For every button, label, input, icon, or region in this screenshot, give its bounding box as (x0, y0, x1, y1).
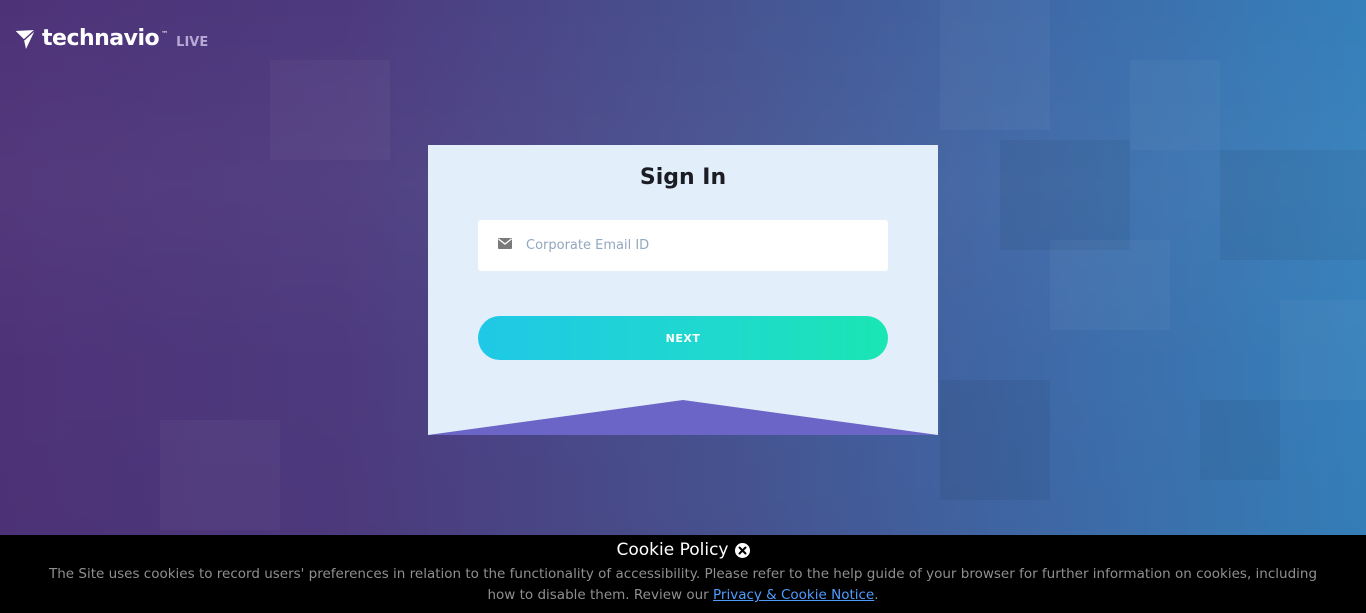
privacy-cookie-notice-link[interactable]: Privacy & Cookie Notice (713, 587, 874, 603)
brand-name: technavio (42, 26, 160, 51)
background-tile (1200, 400, 1280, 480)
next-button[interactable]: NEXT (478, 316, 888, 360)
background-tile (1280, 300, 1366, 400)
cookie-message: The Site uses cookies to record users' p… (40, 564, 1326, 606)
cookie-banner: Cookie Policy The Site uses cookies to r… (0, 535, 1366, 613)
cookie-title-text: Cookie Policy (616, 540, 729, 560)
envelope-icon (498, 238, 512, 249)
signin-title: Sign In (639, 165, 727, 190)
background-tile (160, 420, 280, 530)
card-ribbon (428, 400, 938, 435)
cookie-message-text: The Site uses cookies to record users' p… (48, 566, 1318, 603)
background-tile (1220, 150, 1366, 260)
close-circle-icon[interactable] (734, 542, 750, 558)
paper-plane-icon (14, 29, 36, 49)
background-tile (1130, 60, 1220, 150)
signin-card: Sign In NEXT (428, 145, 938, 435)
email-input[interactable] (526, 220, 876, 271)
cookie-title: Cookie Policy (0, 540, 1366, 560)
background-tile (940, 380, 1050, 500)
cookie-message-end: . (874, 587, 879, 603)
background-tile (1000, 140, 1130, 250)
technavio-logo[interactable]: technavio ™ LIVE (14, 27, 208, 51)
brand-suffix: LIVE (176, 35, 209, 50)
background-tile (1050, 240, 1170, 330)
trademark-symbol: ™ (161, 30, 169, 38)
email-field[interactable] (478, 220, 888, 271)
background-tile (270, 60, 390, 160)
close-icon (738, 546, 746, 554)
background-tile (940, 0, 1050, 130)
